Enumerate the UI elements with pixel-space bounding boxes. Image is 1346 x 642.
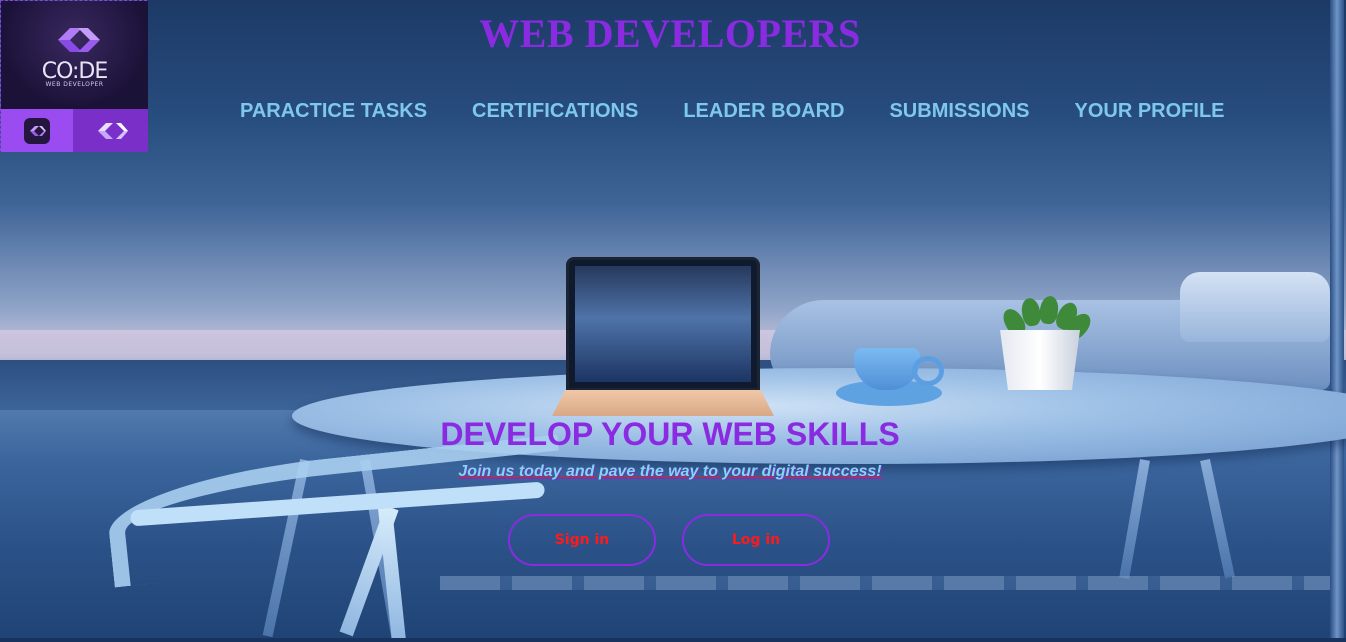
nav-item-submissions[interactable]: SUBMISSIONS [889, 100, 1029, 123]
hero-subtitle: Join us today and pave the way to your d… [458, 463, 882, 480]
hero-title: DEVELOP YOUR WEB SKILLS [440, 416, 900, 452]
logo-subtext: WEB DEVELOPER [45, 81, 104, 88]
floor-edge [0, 638, 1346, 642]
window-pillar [1330, 0, 1344, 642]
nav-item-leader-board[interactable]: LEADER BOARD [683, 100, 844, 123]
main-nav: PARACTICE TASKS CERTIFICATIONS LEADER BO… [240, 100, 1270, 123]
code-brackets-icon [97, 122, 128, 139]
laptop-base [552, 390, 774, 416]
laptop-display [575, 266, 751, 382]
nav-item-certifications[interactable]: CERTIFICATIONS [472, 100, 638, 123]
log-in-button[interactable]: Log in [682, 514, 830, 566]
logo-mark-button[interactable] [73, 109, 148, 152]
pillow [1180, 272, 1330, 342]
floor-stripes [440, 576, 1330, 590]
cup-handle [912, 356, 944, 386]
logo-app-button[interactable] [1, 109, 73, 152]
page: CO:DE WEB DEVELOPER WEB DEVELOPERS PARAC… [0, 0, 1346, 642]
app-tile-icon [24, 117, 50, 144]
plant-pot [1000, 330, 1080, 390]
sign-in-button[interactable]: Sign in [508, 514, 656, 566]
nav-item-practice-tasks[interactable]: PARACTICE TASKS [240, 100, 427, 123]
site-title: WEB DEVELOPERS [479, 11, 861, 56]
nav-item-your-profile[interactable]: YOUR PROFILE [1075, 100, 1225, 123]
laptop-screen [566, 257, 760, 391]
